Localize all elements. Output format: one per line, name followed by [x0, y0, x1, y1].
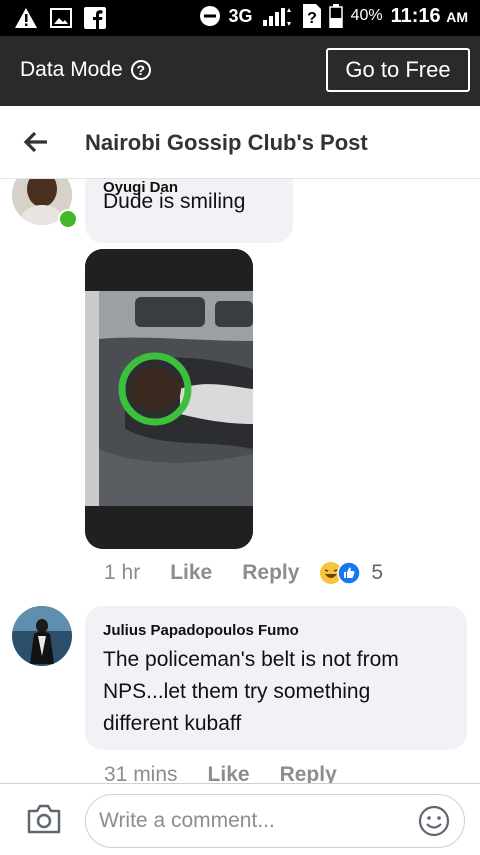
- battery-icon: [328, 4, 343, 28]
- alert-icon: [15, 8, 37, 28]
- comment-text: Dude is smiling: [103, 190, 246, 213]
- like-reaction-icon: [337, 561, 362, 585]
- clock-time: 11:16: [390, 4, 441, 27]
- emoji-icon[interactable]: [418, 805, 450, 837]
- unknown-sim-icon: ?: [302, 4, 321, 28]
- comment-text: The policeman's belt is not from NPS...l…: [103, 644, 399, 740]
- comment-text-line: The policeman's belt is not from: [103, 648, 399, 671]
- signal-icon: [262, 8, 291, 26]
- data-mode-bar: Data Mode ? Go to Free: [0, 36, 480, 106]
- comment-time: 1 hr: [104, 561, 141, 584]
- network-type: 3G: [228, 5, 253, 26]
- photo-image: [85, 249, 253, 549]
- help-icon[interactable]: ?: [130, 60, 151, 80]
- svg-text:?: ?: [307, 10, 317, 27]
- like-button[interactable]: Like: [170, 561, 212, 585]
- comment-text-line: NPS...let them try something: [103, 680, 371, 703]
- avatar[interactable]: [12, 606, 72, 666]
- comment-bubble[interactable]: Julius Papadopoulos Fumo The policeman's…: [85, 606, 467, 750]
- comment-input[interactable]: Write a comment...: [85, 794, 465, 848]
- comment-time: 31 mins: [104, 763, 178, 783]
- image-icon: [50, 8, 72, 28]
- status-bar: 3G ? 40% 11:16 AM: [0, 0, 480, 36]
- comment-actions: 1 hr Like Reply 5: [104, 561, 383, 585]
- post-header: Nairobi Gossip Club's Post: [0, 106, 480, 179]
- reply-button[interactable]: Reply: [242, 561, 299, 585]
- facebook-icon: [84, 7, 106, 29]
- page-title: Nairobi Gossip Club's Post: [85, 130, 368, 155]
- person-avatar-icon: [12, 606, 72, 666]
- clock-ampm: AM: [446, 8, 468, 25]
- go-to-free-button[interactable]: Go to Free: [326, 48, 470, 92]
- data-mode-text: Data Mode: [20, 58, 123, 81]
- comment-bubble[interactable]: Oyugi Dan Dude is smiling: [85, 179, 293, 243]
- back-arrow-icon[interactable]: [22, 128, 50, 156]
- minus-circle-icon: [199, 6, 220, 26]
- reactions[interactable]: 5: [319, 561, 383, 585]
- comments-list[interactable]: Oyugi Dan Dude is smiling 1 hr Like Repl…: [0, 179, 480, 783]
- like-button[interactable]: Like: [208, 763, 250, 783]
- camera-icon[interactable]: [26, 803, 62, 835]
- comment-photo[interactable]: [85, 249, 253, 549]
- comment-actions: 31 mins Like Reply: [104, 763, 337, 783]
- comment-author[interactable]: Julius Papadopoulos Fumo: [103, 622, 299, 639]
- comment-text-line: different kubaff: [103, 712, 242, 735]
- online-indicator: [58, 209, 78, 229]
- battery-level: 40%: [350, 7, 383, 24]
- comment-composer: Write a comment...: [0, 783, 480, 855]
- comment-input-placeholder: Write a comment...: [99, 809, 275, 832]
- reaction-count: 5: [371, 561, 384, 584]
- clock: 11:16 AM: [391, 5, 468, 28]
- reply-button[interactable]: Reply: [280, 763, 337, 783]
- data-mode-label[interactable]: Data Mode ?: [20, 58, 151, 82]
